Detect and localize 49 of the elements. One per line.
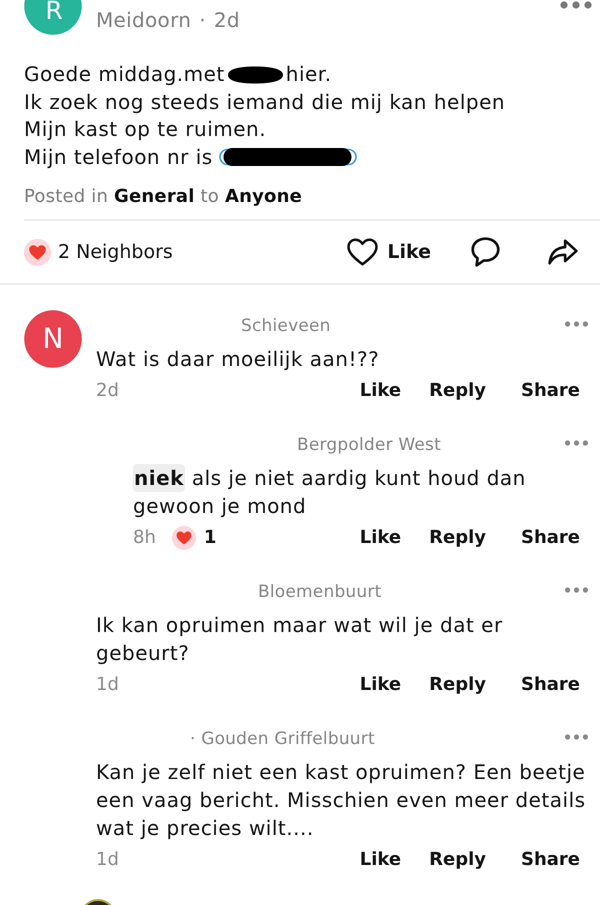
like-button[interactable]: Like (360, 848, 402, 872)
neighborhood-name[interactable]: Schieveen (241, 315, 331, 337)
neighborhood-name[interactable]: Meidoorn (96, 7, 192, 33)
avatar-letter: N (42, 325, 64, 353)
share-button[interactable]: Share (520, 526, 580, 550)
share-button[interactable]: Share (520, 379, 580, 403)
share-button[interactable] (548, 238, 578, 266)
post-text: Ik zoek nog steeds iemand die mij kan helpen (24, 88, 506, 116)
more-icon[interactable] (565, 734, 588, 740)
more-icon[interactable] (560, 1, 592, 9)
like-button[interactable]: Like (360, 673, 402, 697)
speech-bubble-icon (471, 237, 500, 267)
comment-time: 2d (96, 379, 119, 403)
neighborhood-name[interactable]: Bloemenbuurt (258, 581, 382, 603)
post-text: hier. (286, 61, 332, 88)
separator-dot: · (199, 7, 206, 33)
mention-link[interactable]: niek (133, 464, 185, 492)
neighborhood-name[interactable]: · Gouden Griffelbuurt (190, 728, 375, 750)
post-text: Mijn telefoon nr is (24, 144, 213, 170)
posted-in-text: Posted in General to Anyone (24, 185, 304, 209)
more-icon[interactable] (565, 440, 588, 446)
reply-button[interactable]: Reply (429, 379, 486, 403)
comment-text: Kan je zelf niet een kast opruimen? Een beetje een vaag bericht. Misschien even meer details wat je precies wilt.... (96, 759, 587, 842)
heart-icon (347, 238, 378, 266)
like-button[interactable]: Like (347, 238, 431, 266)
comment-text: Ik kan opruimen maar wat wil je dat er gebeurt? (96, 612, 504, 667)
post-time: 2d (214, 7, 240, 33)
reaction-count[interactable]: 1 (172, 526, 216, 550)
comment-time: 8h (133, 526, 156, 550)
neighborhood-name[interactable]: Bergpolder West (297, 434, 441, 456)
like-button[interactable]: Like (360, 526, 402, 550)
post-text: Mijn kast op te ruimen. (24, 116, 266, 143)
comment-text: Wat is daar moeilijk aan!?? (96, 346, 380, 373)
comment-time: 1d (96, 848, 119, 872)
share-button[interactable]: Share (520, 848, 580, 872)
comment-time: 1d (96, 673, 119, 697)
comment-button[interactable] (471, 237, 500, 267)
like-button[interactable]: Like (360, 379, 402, 403)
share-icon (548, 238, 578, 266)
comment-text: niek als je niet aardig kunt houd dan gewoon je mond (133, 464, 527, 520)
reply-button[interactable]: Reply (429, 526, 486, 550)
reply-button[interactable]: Reply (429, 673, 486, 697)
reply-button[interactable]: Reply (429, 848, 486, 872)
share-button[interactable]: Share (520, 673, 580, 697)
more-icon[interactable] (565, 587, 588, 593)
reactions-button[interactable]: 2 Neighbors (24, 238, 173, 266)
avatar-letter: R (45, 0, 63, 22)
post-text: Goede middag.met (24, 61, 225, 88)
more-icon[interactable] (565, 321, 588, 327)
